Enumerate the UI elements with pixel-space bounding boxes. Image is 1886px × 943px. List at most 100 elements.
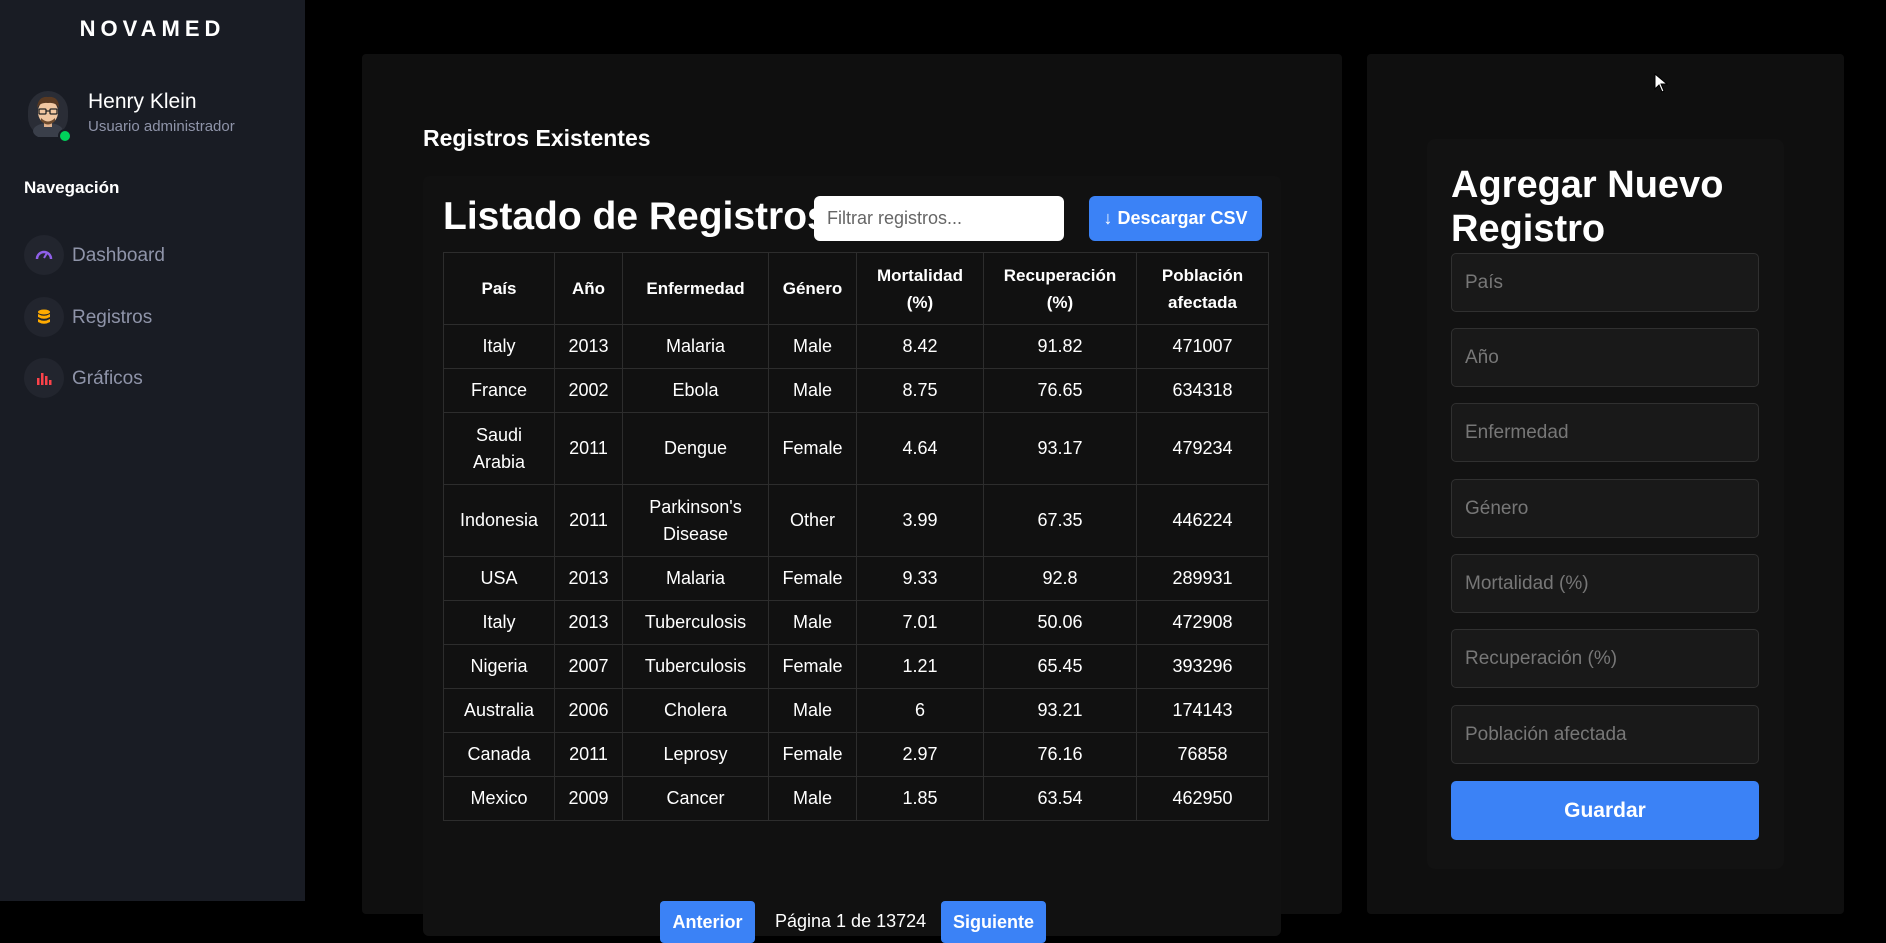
table-cell: 472908 <box>1136 600 1269 645</box>
table-row[interactable]: Indonesia 2011 Parkinson's Disease Other 3.9… <box>443 484 1269 557</box>
table-cell: 2013 <box>554 600 623 645</box>
column-header[interactable]: Enfermedad <box>622 252 769 325</box>
table-row[interactable]: USA 2013 Malaria Female 9.33 92.8 289931 <box>443 556 1269 601</box>
table-cell: 1.21 <box>856 644 984 689</box>
table-cell: Italy <box>443 324 555 369</box>
table-cell: Parkinson's Disease <box>622 484 769 557</box>
table-row[interactable]: Australia 2006 Cholera Male 6 93.21 174143 <box>443 688 1269 733</box>
table-row[interactable]: Nigeria 2007 Tuberculosis Female 1.21 65.45 39… <box>443 644 1269 689</box>
table-cell: 91.82 <box>983 324 1137 369</box>
list-title: Listado de Registros <box>443 195 829 238</box>
table-cell: 289931 <box>1136 556 1269 601</box>
table-cell: 9.33 <box>856 556 984 601</box>
table-row[interactable]: Canada 2011 Leprosy Female 2.97 76.16 76858 <box>443 732 1269 777</box>
records-table: País Año Enfermedad Género Mortalidad (%… <box>443 252 1269 821</box>
table-cell: 76.65 <box>983 368 1137 413</box>
brand-logo[interactable]: NOVAMED <box>0 16 305 42</box>
avatar <box>28 91 72 143</box>
download-csv-button[interactable]: ↓ Descargar CSV <box>1089 196 1262 241</box>
table-cell: 1.85 <box>856 776 984 821</box>
table-cell: Female <box>768 732 857 777</box>
database-icon <box>24 297 64 337</box>
table-cell: 2011 <box>554 732 623 777</box>
table-cell: Leprosy <box>622 732 769 777</box>
table-cell: 8.42 <box>856 324 984 369</box>
table-cell: Dengue <box>622 412 769 485</box>
sidebar-item-dashboard[interactable]: Dashboard <box>24 235 294 277</box>
table-cell: 2.97 <box>856 732 984 777</box>
table-cell: 3.99 <box>856 484 984 557</box>
table-row[interactable]: Saudi Arabia 2011 Dengue Female 4.64 93.17 479… <box>443 412 1269 485</box>
table-cell: 63.54 <box>983 776 1137 821</box>
records-card: Listado de Registros ↓ Descargar CSV Paí… <box>423 176 1281 943</box>
table-cell: 2006 <box>554 688 623 733</box>
table-cell: 65.45 <box>983 644 1137 689</box>
table-cell: 471007 <box>1136 324 1269 369</box>
column-header[interactable]: Mortalidad (%) <box>856 252 984 325</box>
table-row[interactable]: Italy 2013 Malaria Male 8.42 91.82 471007 <box>443 324 1269 369</box>
new-record-panel: Agregar Nuevo Registro Guardar <box>1367 54 1844 914</box>
column-header[interactable]: País <box>443 252 555 325</box>
table-cell: Nigeria <box>443 644 555 689</box>
table-cell: 462950 <box>1136 776 1269 821</box>
bar-chart-icon <box>24 358 64 398</box>
sidebar: NOVAMED Henry Klein Usuario administrado… <box>0 0 305 901</box>
table-cell: Indonesia <box>443 484 555 557</box>
table-row[interactable]: France 2002 Ebola Male 8.75 76.65 634318 <box>443 368 1269 413</box>
sidebar-item-label: Registros <box>72 307 153 328</box>
table-cell: Saudi Arabia <box>443 412 555 485</box>
table-row[interactable]: Italy 2013 Tuberculosis Male 7.01 50.06 472908 <box>443 600 1269 645</box>
column-header[interactable]: Año <box>554 252 623 325</box>
table-cell: 4.64 <box>856 412 984 485</box>
page-info: Página 1 de 13724 <box>775 911 927 931</box>
table-body: Italy 2013 Malaria Male 8.42 91.82 471007 Franc… <box>443 324 1269 821</box>
table-cell: 2013 <box>554 324 623 369</box>
table-cell: 393296 <box>1136 644 1269 689</box>
table-cell: Male <box>768 324 857 369</box>
sidebar-item-label: Dashboard <box>72 245 165 266</box>
pais-field[interactable] <box>1451 253 1759 312</box>
enfermedad-field[interactable] <box>1451 403 1759 462</box>
filter-input[interactable] <box>814 196 1064 241</box>
save-button[interactable]: Guardar <box>1451 781 1759 840</box>
table-cell: 2007 <box>554 644 623 689</box>
genero-field[interactable] <box>1451 479 1759 538</box>
ano-field[interactable] <box>1451 328 1759 387</box>
section-title: Registros Existentes <box>423 125 651 151</box>
table-cell: Tuberculosis <box>622 644 769 689</box>
table-cell: 93.17 <box>983 412 1137 485</box>
table-cell: Cholera <box>622 688 769 733</box>
table-cell: 479234 <box>1136 412 1269 485</box>
table-cell: 93.21 <box>983 688 1137 733</box>
table-cell: Male <box>768 600 857 645</box>
poblacion-field[interactable] <box>1451 705 1759 764</box>
user-name: Henry Klein <box>88 90 197 113</box>
previous-page-button[interactable]: Anterior <box>660 901 755 943</box>
table-cell: 2013 <box>554 556 623 601</box>
table-row[interactable]: Mexico 2009 Cancer Male 1.85 63.54 462950 <box>443 776 1269 821</box>
next-page-button[interactable]: Siguiente <box>941 901 1046 943</box>
table-cell: Ebola <box>622 368 769 413</box>
table-cell: 76.16 <box>983 732 1137 777</box>
sidebar-item-registros[interactable]: Registros <box>24 297 294 339</box>
sidebar-item-graficos[interactable]: Gráficos <box>24 358 294 400</box>
column-header[interactable]: Recuperación (%) <box>983 252 1137 325</box>
table-cell: Cancer <box>622 776 769 821</box>
table-cell: 2011 <box>554 412 623 485</box>
records-panel: Registros Existentes Listado de Registro… <box>362 54 1342 943</box>
table-cell: Female <box>768 644 857 689</box>
table-cell: 2009 <box>554 776 623 821</box>
column-header[interactable]: Género <box>768 252 857 325</box>
table-cell: Male <box>768 776 857 821</box>
table-cell: 446224 <box>1136 484 1269 557</box>
mortalidad-field[interactable] <box>1451 554 1759 613</box>
table-header-row: País Año Enfermedad Género Mortalidad (%… <box>443 252 1269 325</box>
recuperacion-field[interactable] <box>1451 629 1759 688</box>
table-cell: 76858 <box>1136 732 1269 777</box>
table-cell: Female <box>768 412 857 485</box>
table-cell: Italy <box>443 600 555 645</box>
table-cell: 8.75 <box>856 368 984 413</box>
user-profile[interactable]: Henry Klein Usuario administrador <box>24 86 294 143</box>
column-header[interactable]: Población afectada <box>1136 252 1269 325</box>
table-cell: 2011 <box>554 484 623 557</box>
